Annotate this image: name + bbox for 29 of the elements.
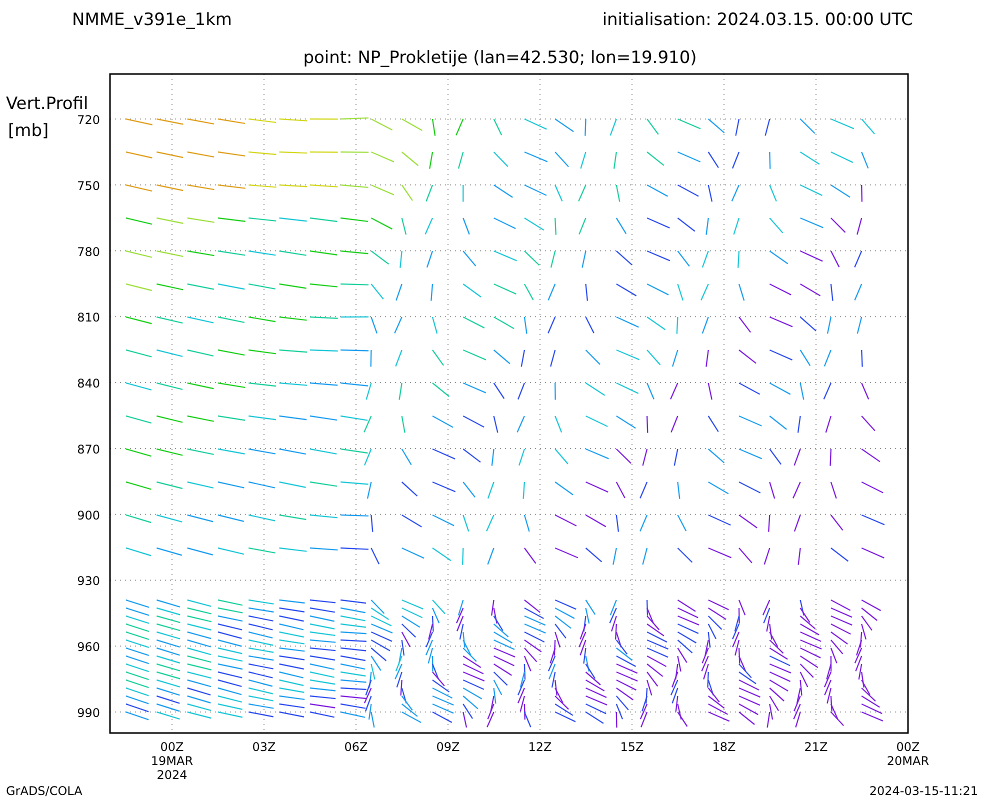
y-tick-label: 960 — [77, 640, 100, 654]
x-tick-label: 2024 — [156, 768, 188, 782]
axis-title: Vert.Profil — [6, 94, 88, 114]
x-tick-label: 12Z — [528, 740, 552, 754]
x-tick-label: 09Z — [436, 740, 460, 754]
y-tick-label: 750 — [77, 178, 100, 193]
model-title: NMME_v391e_1km — [72, 10, 232, 30]
y-tick-label: 720 — [77, 113, 100, 127]
point-title: point: NP_Prokletije (lan=42.530; lon=19.910) — [303, 48, 697, 68]
initialisation-title: initialisation: 2024.03.15. 00:00 UTC — [602, 10, 913, 30]
x-tick-label: 06Z — [344, 740, 368, 754]
y-tick-label: 990 — [77, 706, 100, 720]
x-tick-label: 00Z — [160, 740, 184, 754]
axis-title: [mb] — [8, 121, 49, 141]
x-tick-label: 18Z — [712, 740, 736, 754]
y-tick-label: 930 — [77, 574, 100, 588]
y-tick-label: 810 — [77, 310, 100, 325]
x-tick-label: 03Z — [252, 740, 276, 754]
y-tick-label: 900 — [77, 508, 100, 522]
timestamp: 2024-03-15-11:21 — [869, 784, 978, 798]
x-tick-label: 15Z — [620, 740, 644, 754]
x-tick-label: 21Z — [804, 740, 828, 754]
x-tick-label: 19MAR — [150, 754, 194, 768]
software-credit: GrADS/COLA — [6, 784, 82, 798]
y-tick-label: 780 — [77, 244, 100, 259]
y-tick-label: 870 — [77, 442, 100, 456]
x-tick-label: 20MAR — [886, 754, 930, 768]
y-tick-label: 840 — [77, 376, 100, 391]
x-tick-label: 00Z — [896, 740, 920, 754]
